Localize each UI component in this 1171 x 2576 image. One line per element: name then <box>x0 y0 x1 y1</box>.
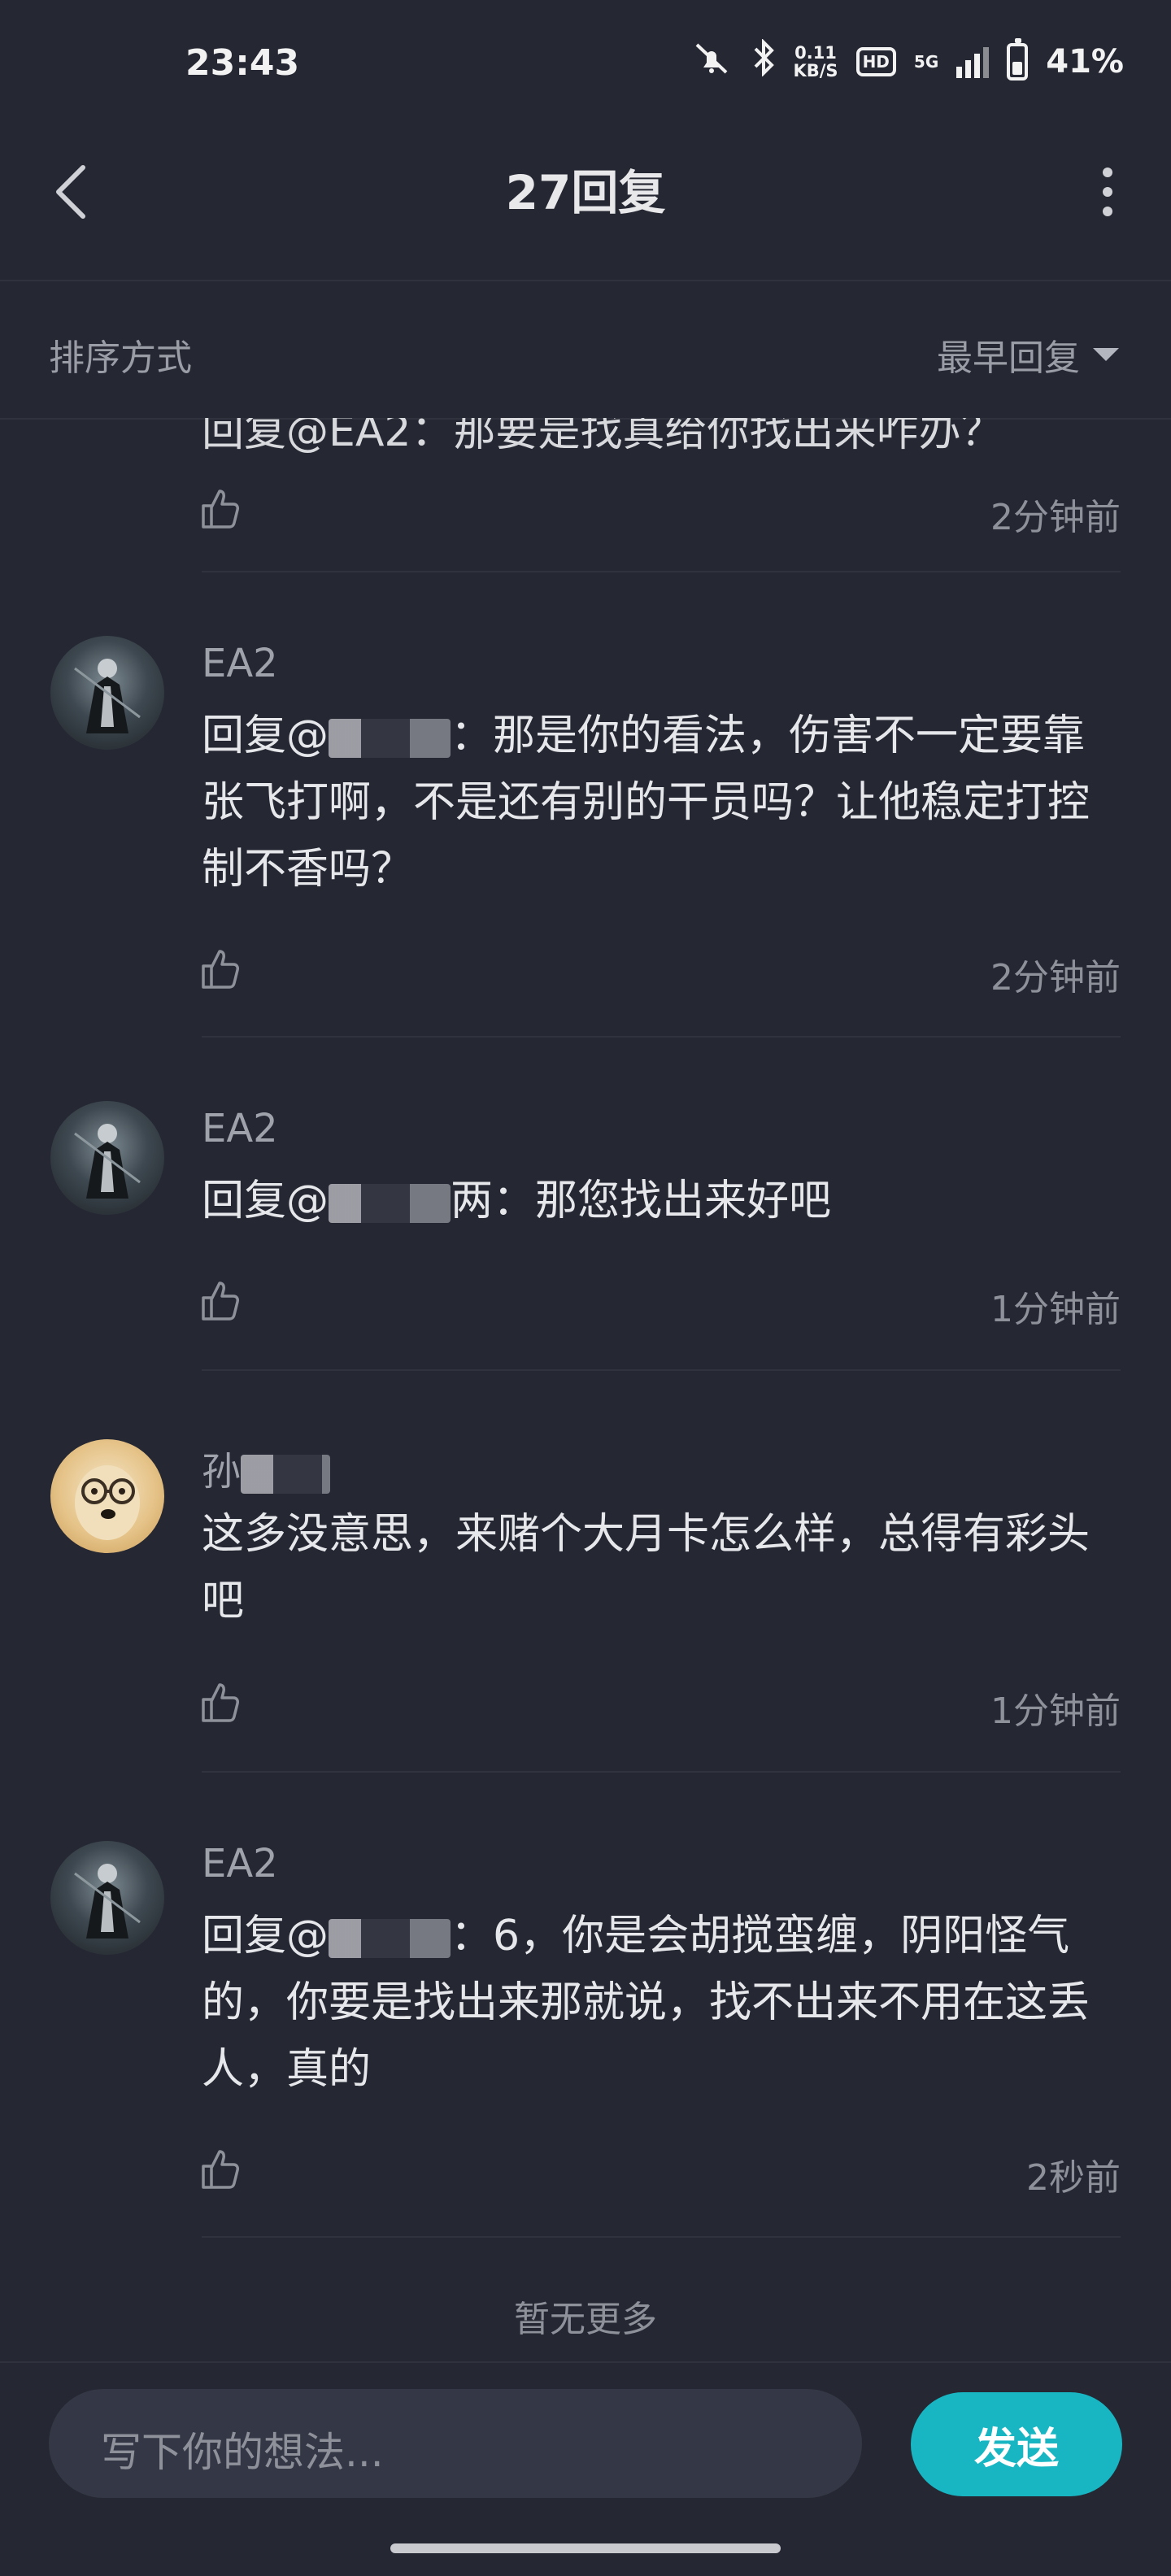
reply-content: 回复@ ：6，你是会胡搅蛮缠，阴阳怪气的，你要是找出来那就说，找不出来不用在这丢人… <box>202 1903 1121 2103</box>
divider <box>202 1771 1121 1773</box>
username[interactable]: EA2 <box>202 641 278 686</box>
battery-icon <box>1007 37 1029 80</box>
username[interactable]: 孙 <box>202 1439 331 1496</box>
avatar[interactable] <box>50 1439 164 1553</box>
caret-down-icon <box>1093 348 1119 361</box>
no-more-label: 暂无更多 <box>514 2299 657 2340</box>
reply-content: 回复@ ：那是你的看法，伤害不一定要靠张飞打啊，不是还有别的干员吗？让他稳定打控制… <box>202 703 1121 903</box>
reply-prefix: 回复@ <box>202 711 329 760</box>
reply-list: 回复@EA2：那要是找真给你找出来咋办？ 2分钟前 EA2 回复@ ：那是你的看法… <box>0 418 1171 2361</box>
sort-selected: 最早回复 <box>937 337 1080 379</box>
reply-prefix: 回复@ <box>202 1912 329 1960</box>
net-speed-value: 0.11 <box>794 42 837 63</box>
divider <box>202 1369 1121 1371</box>
avatar[interactable] <box>50 1101 164 1215</box>
thumbs-up-icon <box>202 2150 239 2189</box>
reply-content: 回复@EA2：那要是找真给你找出来咋办？ <box>202 418 1003 456</box>
sort-label: 排序方式 <box>49 337 192 379</box>
avatar-figure-icon <box>74 1864 141 1939</box>
comment-placeholder: 写下你的想法... <box>101 2429 384 2476</box>
battery-percent: 41% <box>1046 42 1124 80</box>
avatar-figure-icon <box>74 1124 141 1199</box>
divider <box>202 571 1121 572</box>
sort-dropdown[interactable]: 最早回复 <box>937 329 1119 381</box>
dog-avatar-icon <box>75 1465 140 1540</box>
thumbs-up-icon <box>202 1281 239 1321</box>
like-button[interactable] <box>198 1680 244 1725</box>
like-button[interactable] <box>198 946 244 992</box>
thumbs-up-icon <box>202 1683 239 1722</box>
reply-time: 2分钟前 <box>990 497 1121 538</box>
mute-icon <box>689 40 734 83</box>
avatar[interactable] <box>50 636 164 750</box>
reply-content: 回复@ 两：那您找出来好吧 <box>202 1168 1121 1234</box>
more-dot-icon <box>1103 207 1112 216</box>
network-type: 5G <box>913 51 939 72</box>
status-icons: 0.11 KB/S HD 5G 41% <box>689 37 1124 84</box>
signal-icon <box>956 46 990 78</box>
redacted-mention <box>329 1184 451 1223</box>
hd-badge: HD <box>855 46 896 76</box>
reply-time: 2秒前 <box>1026 2157 1121 2199</box>
status-bar: 23:43 0.11 KB/S HD 5G 41% <box>0 0 1171 130</box>
divider <box>202 2236 1121 2238</box>
reply-time: 1分钟前 <box>990 1690 1121 1732</box>
reply-time: 2分钟前 <box>990 957 1121 999</box>
reply-prefix: 回复@ <box>202 1177 329 1225</box>
thumbs-up-icon <box>202 490 239 529</box>
send-button[interactable]: 发送 <box>911 2392 1122 2496</box>
reply-content: 这多没意思，来赌个大月卡怎么样，总得有彩头吧 <box>202 1510 1090 1625</box>
more-dot-icon <box>1103 187 1112 197</box>
bluetooth-icon <box>752 38 775 84</box>
avatar-figure-icon <box>74 659 141 733</box>
reply-text: 两：那您找出来好吧 <box>451 1177 832 1225</box>
more-options-button[interactable] <box>1083 159 1132 224</box>
net-speed-unit: KB/S <box>793 60 838 80</box>
like-button[interactable] <box>198 1278 244 1324</box>
more-dot-icon <box>1103 168 1112 177</box>
like-button[interactable] <box>198 2147 244 2192</box>
page-title: 27回复 <box>505 165 666 220</box>
reply-time: 1分钟前 <box>990 1289 1121 1330</box>
net-speed: 0.11 KB/S <box>793 44 838 80</box>
like-button[interactable] <box>198 486 244 532</box>
thumbs-up-icon <box>202 950 239 989</box>
redacted-username <box>241 1455 331 1494</box>
divider <box>202 1036 1121 1038</box>
redacted-mention <box>329 1919 451 1958</box>
status-time: 23:43 <box>185 42 300 84</box>
username-text: 孙 <box>202 1449 242 1495</box>
redacted-mention <box>329 719 451 758</box>
gesture-handle[interactable] <box>390 2543 781 2553</box>
username[interactable]: EA2 <box>202 1841 278 1886</box>
avatar[interactable] <box>50 1841 164 1955</box>
username[interactable]: EA2 <box>202 1106 278 1151</box>
